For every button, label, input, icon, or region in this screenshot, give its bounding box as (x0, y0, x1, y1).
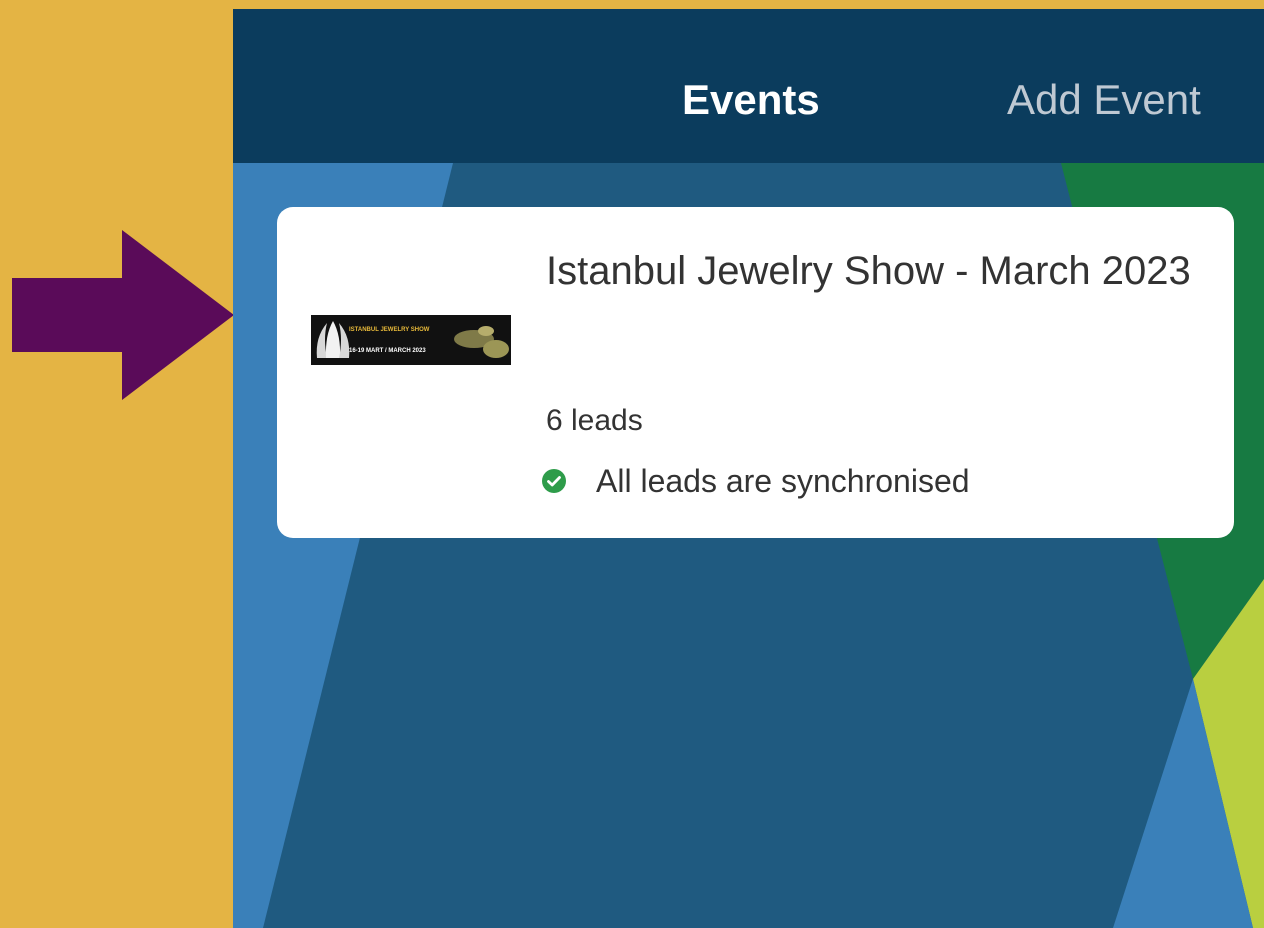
events-screen: Events Add Event ISTANBUL JEWELRY SHOW 1… (233, 9, 1264, 928)
jewelry-logo-icon (316, 321, 509, 358)
check-circle-icon (542, 469, 566, 493)
thumbnail-title: ISTANBUL JEWELRY SHOW (349, 327, 430, 333)
tab-add-event[interactable]: Add Event (1007, 75, 1201, 125)
thumbnail-dates: 16-19 MART / MARCH 2023 (349, 348, 426, 354)
leads-count: 6 leads (546, 404, 643, 437)
event-thumbnail: ISTANBUL JEWELRY SHOW 16-19 MART / MARCH… (311, 315, 511, 365)
tab-events[interactable]: Events (682, 75, 820, 125)
top-navigation-bar: Events Add Event (233, 9, 1264, 163)
sync-status: All leads are synchronised (542, 461, 970, 501)
sync-status-text: All leads are synchronised (596, 463, 970, 499)
event-title: Istanbul Jewelry Show - March 2023 (546, 249, 1191, 293)
event-card[interactable]: ISTANBUL JEWELRY SHOW 16-19 MART / MARCH… (277, 207, 1234, 538)
annotation-arrow-icon (12, 230, 234, 400)
